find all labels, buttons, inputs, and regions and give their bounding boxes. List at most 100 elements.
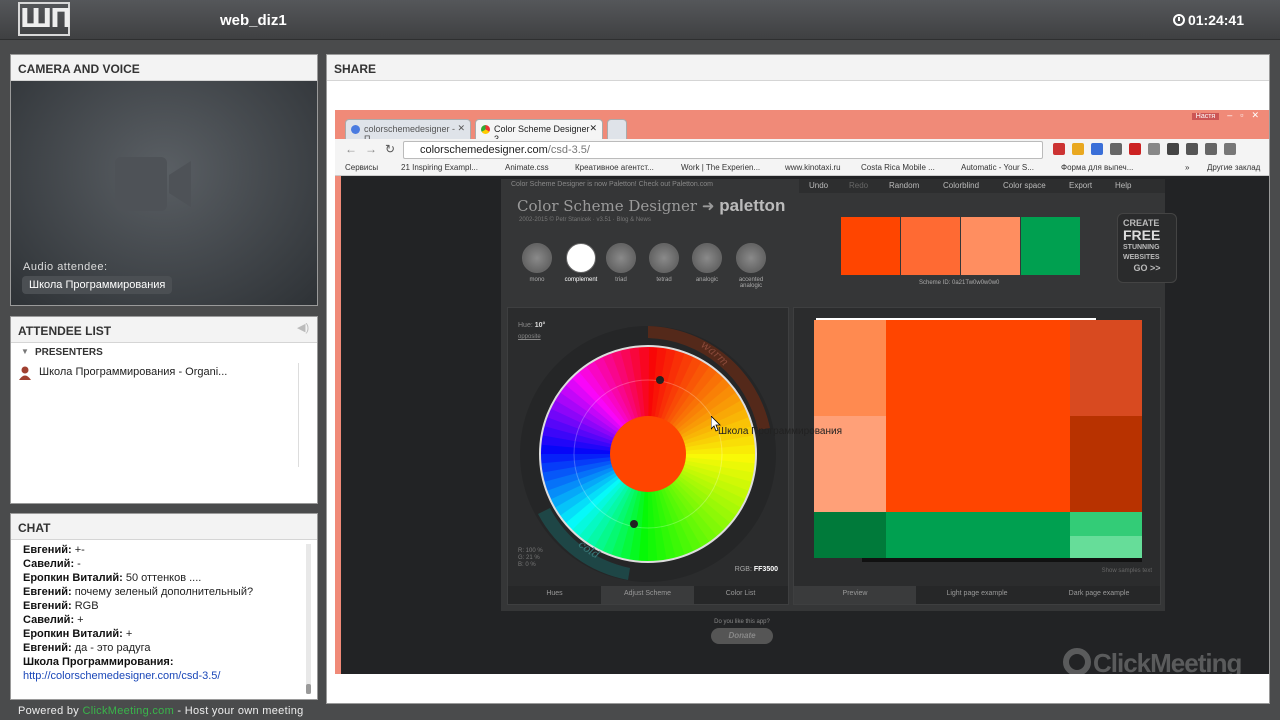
attendee-scrollbar[interactable] [298, 363, 299, 467]
browser-tab-active[interactable]: Color Scheme Designer 3✕ [475, 119, 603, 144]
extension-icon[interactable] [1148, 143, 1160, 155]
profile-name[interactable]: Настя [1191, 113, 1220, 120]
forward-icon[interactable]: → [365, 142, 377, 156]
scheme-mono[interactable]: mono [521, 243, 553, 283]
bookmark[interactable]: Креативное агентст... [575, 163, 654, 172]
swatch[interactable] [1021, 217, 1080, 275]
browser-tab[interactable]: colorschemedesigner - П✕ [345, 119, 471, 144]
chat-panel-title: CHAT [11, 514, 317, 540]
tab-preview[interactable]: Preview [794, 586, 916, 604]
extension-icon[interactable] [1167, 143, 1179, 155]
extension-icon[interactable] [1072, 143, 1084, 155]
speaker-volume-icon[interactable]: ◀) [297, 321, 315, 334]
bookmark[interactable]: Automatic - Your S... [961, 163, 1034, 172]
bookmark[interactable]: www.kinotaxi.ru [785, 163, 841, 172]
clickmeeting-link[interactable]: ClickMeeting.com [82, 705, 174, 717]
minimize-icon[interactable]: – [1227, 110, 1232, 120]
scheme-analogic[interactable]: analogic [691, 243, 723, 283]
preview-light-1 [814, 320, 886, 416]
scheme-accented-analogic[interactable]: accented analogic [731, 243, 771, 289]
bookmark[interactable]: Work | The Experien... [681, 163, 760, 172]
rgb-percent-readout: R: 100 % G: 21 % B: 0 % [518, 548, 543, 568]
maximize-icon[interactable]: ▫ [1240, 110, 1243, 120]
menu-redo[interactable]: Redo [849, 181, 868, 190]
bookmark[interactable]: Animate.css [505, 163, 549, 172]
bookmark[interactable]: 21 Inspiring Exampl... [401, 163, 478, 172]
extension-icon[interactable] [1129, 143, 1141, 155]
menu-icon[interactable] [1224, 143, 1236, 155]
collapse-triangle-icon[interactable]: ▼ [21, 347, 29, 356]
chat-message: Савелий: - [23, 558, 81, 570]
close-window-icon[interactable]: ✕ [1251, 110, 1259, 121]
chat-message: Савелий: + [23, 614, 84, 626]
chat-message: Евгений: да - это радуга [23, 642, 151, 654]
tab-light-page[interactable]: Light page example [916, 590, 1038, 597]
reload-icon[interactable]: ↻ [385, 142, 395, 156]
extension-icon[interactable] [1053, 143, 1065, 155]
tab-adjust-scheme[interactable]: Adjust Scheme [601, 586, 694, 604]
attendee-row[interactable]: Школа Программирования - Organi... [11, 363, 299, 383]
menu-colorblind[interactable]: Colorblind [943, 181, 979, 190]
extension-icon[interactable] [1186, 143, 1198, 155]
menu-undo[interactable]: Undo [809, 181, 828, 190]
swatch[interactable] [901, 217, 960, 275]
bookmark-folder[interactable]: Другие заклад [1207, 163, 1260, 172]
swatch[interactable] [961, 217, 1020, 275]
preview-dark-1 [1070, 416, 1142, 512]
chat-message: Евгений: +- [23, 544, 85, 556]
knob-icon [736, 243, 766, 273]
chat-message: Школа Программирования: [23, 656, 174, 668]
close-tab-icon[interactable]: ✕ [457, 123, 465, 134]
knob-icon [692, 243, 722, 273]
paletton-notice[interactable]: Color Scheme Designer is now Paletton! C… [501, 179, 797, 191]
donate-area: Do you like this app? Donate [711, 619, 773, 644]
scheme-complement[interactable]: complement [561, 243, 601, 283]
swatch[interactable] [841, 217, 900, 275]
ad-banner[interactable]: CREATE FREE STUNNING WEBSITES GO >> [1117, 213, 1177, 283]
presenters-group[interactable]: ▼ PRESENTERS [11, 343, 317, 361]
scheme-selector: mono complement triad tetrad analogic ac… [521, 243, 781, 291]
donate-button[interactable]: Donate [711, 628, 773, 644]
bookmark[interactable]: Сервисы [345, 163, 378, 172]
bookmarks-overflow[interactable]: » [1185, 163, 1189, 172]
share-panel: SHARE colorschemedesigner - П✕ Color Sch… [326, 54, 1270, 704]
attendee-panel: ATTENDEE LIST ▼ PRESENTERS Школа Программ… [10, 316, 318, 504]
new-tab-button[interactable] [607, 119, 627, 139]
address-bar[interactable]: colorschemedesigner.com/csd-3.5/ [403, 141, 1043, 159]
color-scheme-designer-app: Color Scheme Designer is now Paletton! C… [501, 179, 1177, 644]
chat-scrollbar[interactable] [306, 544, 311, 694]
color-preview-blocks [814, 318, 1142, 562]
attendee-name: Школа Программирования - Organi... [39, 366, 228, 378]
camera-panel: CAMERA AND VOICE Audio attendee: Школа П… [10, 54, 318, 306]
extension-icon[interactable] [1091, 143, 1103, 155]
browser-tabs: colorschemedesigner - П✕ Color Scheme De… [345, 119, 1265, 144]
close-tab-icon[interactable]: ✕ [589, 123, 597, 134]
tab-color-list[interactable]: Color List [694, 590, 787, 597]
chat-link[interactable]: http://colorschemedesigner.com/csd-3.5/ [23, 670, 220, 682]
opposite-link[interactable]: opposite [518, 334, 541, 340]
rgb-hex-readout: RGB: FF3500 [734, 566, 778, 573]
menu-export[interactable]: Export [1069, 181, 1092, 190]
scheme-tetrad[interactable]: tetrad [648, 243, 680, 283]
menu-color-space[interactable]: Color space [1003, 181, 1046, 190]
extension-icon[interactable] [1110, 143, 1122, 155]
preview-tabs: Preview Light page example Dark page exa… [794, 586, 1160, 604]
bookmark[interactable]: Форма для выпеч... [1061, 163, 1133, 172]
tab-hues[interactable]: Hues [508, 590, 601, 597]
extension-icon[interactable] [1205, 143, 1217, 155]
menu-help[interactable]: Help [1115, 181, 1131, 190]
tab-dark-page[interactable]: Dark page example [1038, 590, 1160, 597]
color-wheel[interactable]: warm cold [508, 308, 788, 588]
audio-attendee-name: Школа Программирования [22, 276, 173, 294]
scheme-id[interactable]: Scheme ID: 0a21Tw0w0w0w0 [919, 280, 999, 286]
back-icon[interactable]: ← [345, 142, 357, 156]
meeting-timer: 01:24:41 [1172, 12, 1244, 28]
menu-random[interactable]: Random [889, 181, 919, 190]
show-samples-link[interactable]: Show samples text [1102, 568, 1152, 574]
bookmark[interactable]: Costa Rica Mobile ... [861, 163, 935, 172]
chat-scroll-thumb[interactable] [306, 684, 311, 694]
preview-complement-pale [1070, 536, 1142, 558]
scheme-triad[interactable]: triad [605, 243, 637, 283]
share-bottom-margin [327, 674, 1269, 703]
attendee-panel-title: ATTENDEE LIST [11, 317, 317, 343]
